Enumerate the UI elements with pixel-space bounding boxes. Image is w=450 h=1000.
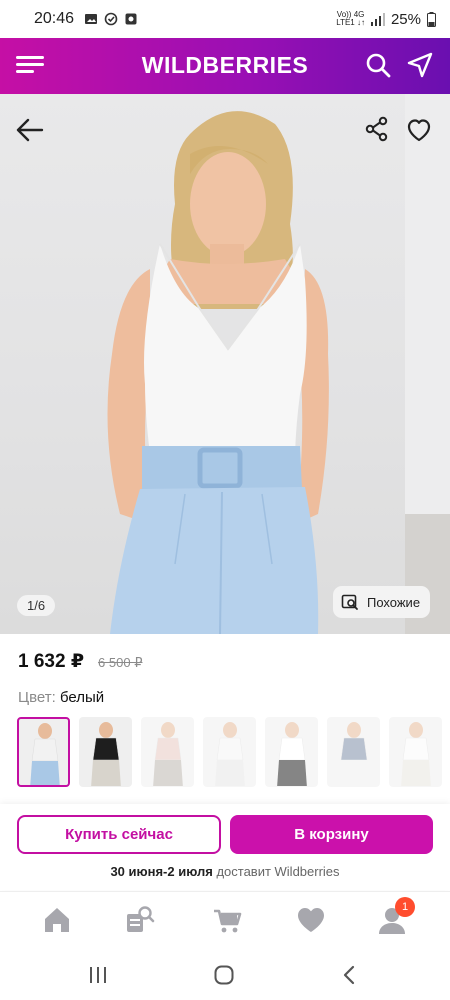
location-arrow-icon[interactable] <box>406 51 434 79</box>
thumbnail-image <box>401 722 431 786</box>
delivery-dates: 30 июня-2 июля <box>110 864 213 879</box>
color-thumbnail[interactable] <box>327 717 380 787</box>
old-price: 6 500 ₽ <box>98 655 143 670</box>
battery-icon <box>427 11 436 27</box>
battery-percent: 25% <box>390 10 421 28</box>
share-icon[interactable] <box>364 116 390 142</box>
action-bar: Купить сейчас В корзину 30 июня-2 июля д… <box>0 804 450 890</box>
back-system-icon[interactable] <box>338 963 362 987</box>
color-thumbnails <box>17 717 450 789</box>
add-to-cart-button[interactable]: В корзину <box>230 815 433 854</box>
home-icon[interactable] <box>42 905 72 935</box>
similar-button[interactable]: Похожие <box>333 586 431 618</box>
thumbnail-image <box>153 722 183 786</box>
delivery-info: 30 июня-2 июля доставит Wildberries <box>0 864 450 879</box>
app-header: WILDBERRIES <box>0 38 450 94</box>
search-icon[interactable] <box>364 51 392 79</box>
status-time: 20:46 <box>34 10 75 27</box>
thumbnail-image <box>91 722 121 786</box>
catalog-search-icon[interactable] <box>125 905 155 935</box>
thumbnail-image <box>30 723 60 785</box>
photo-counter: 1/6 <box>17 595 56 616</box>
network-indicator: Vo)) 4G LTE1 ↓↑ <box>336 10 365 27</box>
color-thumbnail[interactable] <box>265 717 318 787</box>
image-search-icon <box>341 594 358 610</box>
app-notification-icon <box>125 13 137 25</box>
similar-label: Похожие <box>367 594 421 610</box>
current-price: 1 632 ₽ <box>18 651 85 672</box>
model-illustration <box>107 111 329 634</box>
thumbnail-image <box>215 722 245 786</box>
color-thumbnail[interactable] <box>389 717 442 787</box>
delivery-text: доставит Wildberries <box>212 864 340 879</box>
color-thumbnail[interactable] <box>17 717 70 787</box>
price-block: 1 632 ₽ 6 500 ₽ <box>18 650 142 673</box>
buy-now-button[interactable]: Купить сейчас <box>17 815 221 854</box>
favorites-icon[interactable] <box>296 905 326 935</box>
color-thumbnail[interactable] <box>203 717 256 787</box>
gallery-icon <box>85 14 98 24</box>
heart-icon[interactable] <box>405 116 433 144</box>
status-right: Vo)) 4G LTE1 ↓↑ 25% <box>336 11 436 28</box>
cart-icon[interactable] <box>212 905 242 935</box>
signal-icon <box>370 12 385 26</box>
home-button-icon[interactable] <box>212 963 236 987</box>
color-label: Цвет: <box>18 689 56 706</box>
recent-apps-icon[interactable] <box>86 963 110 987</box>
notification-icons <box>84 12 138 26</box>
color-info: Цвет: белый <box>18 689 104 706</box>
back-arrow-icon[interactable] <box>14 114 46 146</box>
thumbnail-image <box>339 722 369 786</box>
system-navigation <box>0 949 450 1000</box>
thumbnail-image <box>277 722 307 786</box>
profile-badge: 1 <box>395 897 415 917</box>
product-photo[interactable]: 1/6 Похожие <box>0 94 450 634</box>
color-value: белый <box>59 689 105 706</box>
bottom-navigation: 1 <box>0 891 450 949</box>
status-bar: 20:46 Vo)) 4G LTE1 ↓↑ 25% <box>0 0 450 38</box>
color-thumbnail[interactable] <box>79 717 132 787</box>
check-circle-icon <box>104 12 118 26</box>
color-thumbnail[interactable] <box>141 717 194 787</box>
